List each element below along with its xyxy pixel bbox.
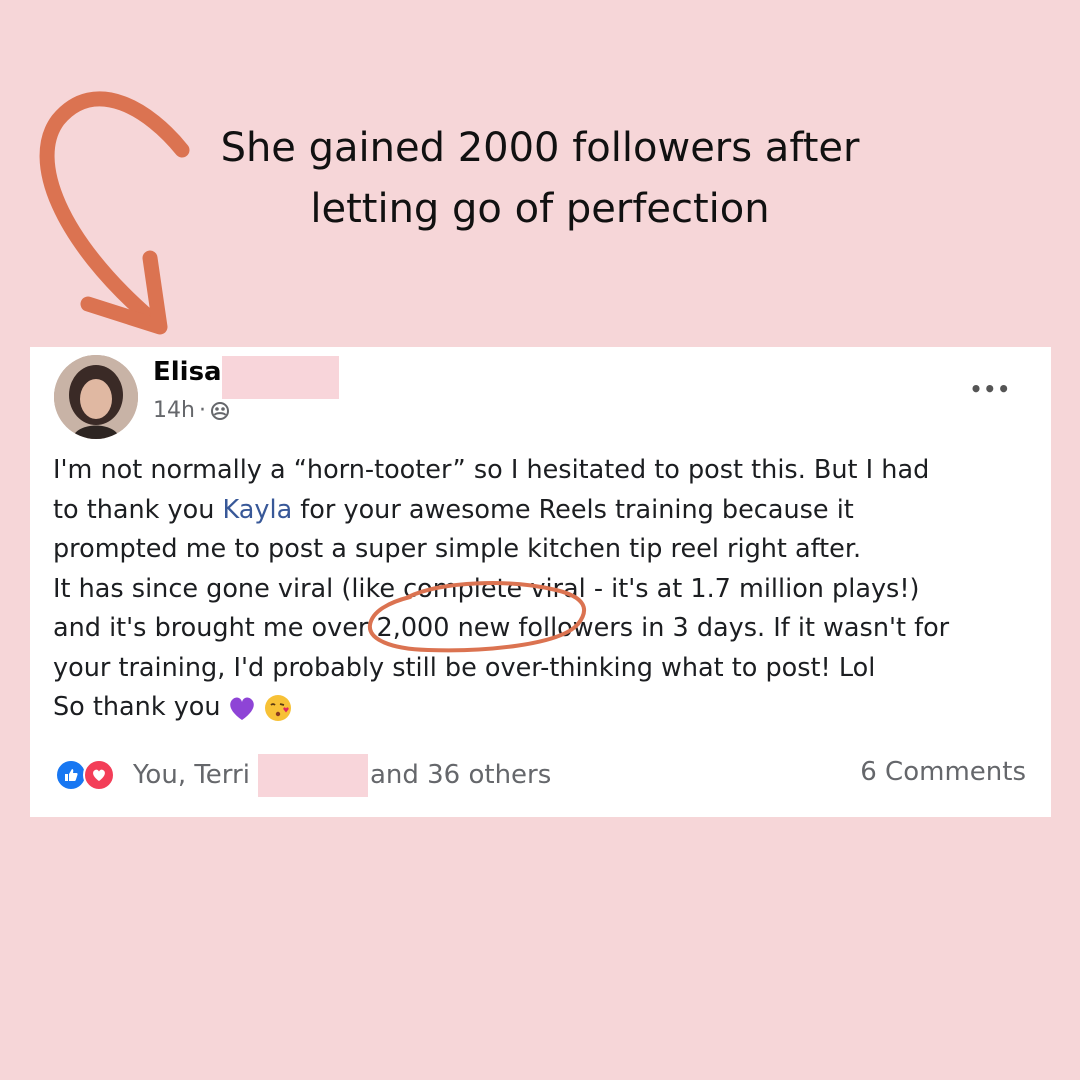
- post-text-line: and it's brought me over 2,000 new follo…: [53, 613, 950, 643]
- meta-separator: ·: [198, 398, 206, 423]
- post-text: I'm not normally a “horn-tooter” so I he…: [53, 451, 1033, 728]
- kissing-face-icon: [264, 694, 291, 721]
- post-meta: 14h ·: [153, 398, 230, 423]
- post-text-line: I'm not normally a “horn-tooter” so I he…: [53, 455, 930, 485]
- headline: She gained 2000 followers after letting …: [140, 118, 940, 240]
- reactions-bar[interactable]: You, Terri and 36 others: [55, 753, 552, 797]
- comments-link[interactable]: 6 Comments: [860, 757, 1026, 787]
- post-text-segment: to thank you: [53, 494, 223, 525]
- post-text-line: prompted me to post a super simple kitch…: [53, 534, 862, 564]
- reaction-names: You, Terri: [133, 760, 250, 790]
- headline-line-2: letting go of perfection: [310, 186, 770, 232]
- post-card: Elisa 14h · ••• I'm not normally a “horn…: [30, 347, 1051, 817]
- post-timestamp[interactable]: 14h: [153, 398, 195, 423]
- post-text-segment: for your awesome Reels training because …: [292, 494, 854, 525]
- post-text-line: to thank you Kayla for your awesome Reel…: [53, 491, 1033, 531]
- reaction-count: and 36 others: [369, 760, 552, 790]
- post-text-line: It has since gone viral (like complete v…: [53, 573, 920, 604]
- friends-icon: [210, 401, 229, 420]
- redacted-name: [257, 753, 368, 797]
- ellipsis-icon: •••: [969, 377, 1011, 401]
- post-text-segment: So thank you: [53, 692, 221, 722]
- post-text-line: So thank you: [53, 688, 1033, 728]
- avatar-photo-icon: [54, 355, 138, 439]
- mention-link[interactable]: Kayla: [223, 495, 293, 525]
- author-name[interactable]: Elisa: [153, 357, 222, 387]
- avatar[interactable]: [54, 355, 138, 439]
- redacted-surname: [222, 356, 339, 399]
- love-icon: [83, 759, 115, 791]
- post-text-line: your training, I'd probably still be ove…: [53, 652, 876, 683]
- headline-line-1: She gained 2000 followers after: [220, 125, 860, 171]
- purple-heart-icon: [229, 697, 254, 720]
- more-options-button[interactable]: •••: [970, 377, 1011, 401]
